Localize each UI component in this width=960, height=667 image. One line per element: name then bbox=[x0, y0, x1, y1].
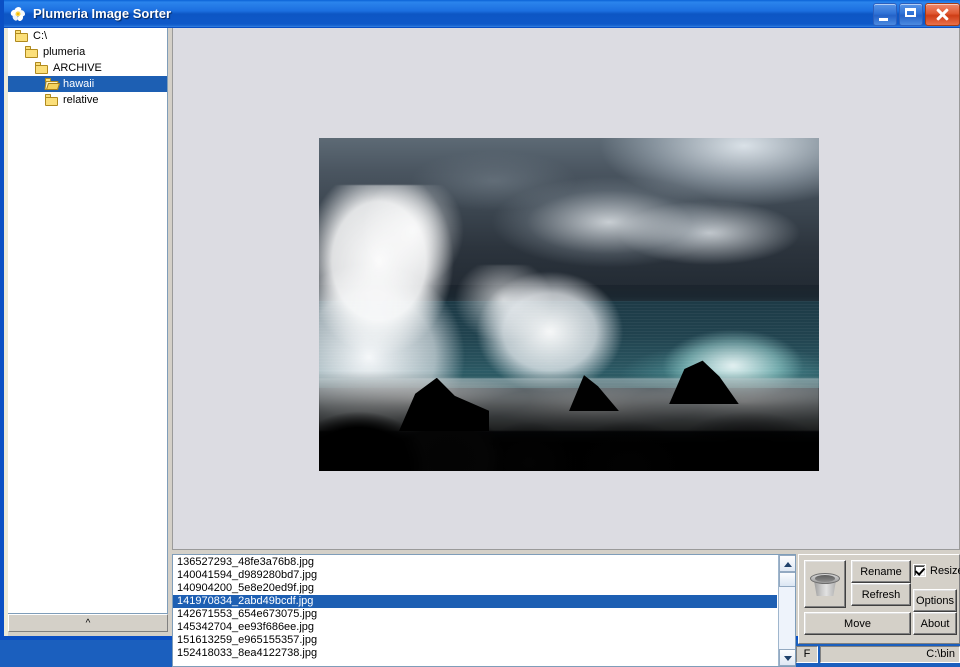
tree-collapse-bar[interactable]: ^ bbox=[8, 614, 168, 632]
plumeria-flower-icon bbox=[9, 5, 27, 23]
file-name: 141970834_2abd49bcdf.jpg bbox=[177, 595, 314, 607]
folder-open-icon bbox=[44, 77, 60, 91]
image-viewer[interactable] bbox=[172, 28, 960, 550]
list-item[interactable]: 145342704_ee93f686ee.jpg bbox=[173, 621, 777, 634]
file-name: 136527293_48fe3a76b8.jpg bbox=[177, 556, 315, 568]
move-button[interactable]: Move bbox=[804, 612, 911, 635]
list-item[interactable]: 151613259_e965155357.jpg bbox=[173, 634, 777, 647]
bucket-button[interactable] bbox=[804, 560, 846, 608]
tree-item-label: hawaii bbox=[63, 78, 95, 90]
tree-item-label: ARCHIVE bbox=[53, 62, 102, 74]
options-button[interactable]: Options bbox=[913, 589, 957, 612]
list-item[interactable]: 136527293_48fe3a76b8.jpg bbox=[173, 556, 777, 569]
minimize-button[interactable] bbox=[873, 3, 897, 26]
file-name: 152418033_8ea4122738.jpg bbox=[177, 647, 318, 659]
list-item[interactable]: 142671553_654e673075.jpg bbox=[173, 608, 777, 621]
action-toolbox: Rename Refresh Move Options About Resize bbox=[798, 554, 960, 644]
file-name: 140904200_5e8e20ed9f.jpg bbox=[177, 582, 315, 594]
tree-item-label: C:\ bbox=[33, 30, 48, 42]
window-title: Plumeria Image Sorter bbox=[33, 6, 171, 21]
window-controls bbox=[873, 3, 960, 26]
scrollbar-thumb[interactable] bbox=[779, 572, 795, 587]
file-name: 145342704_ee93f686ee.jpg bbox=[177, 621, 315, 633]
tree-item-relative[interactable]: relative bbox=[8, 92, 167, 108]
list-item[interactable]: 152418033_8ea4122738.jpg bbox=[173, 647, 777, 660]
preview-image bbox=[319, 138, 819, 471]
tree-item-plumeria[interactable]: plumeria bbox=[8, 44, 167, 60]
folder-closed-icon bbox=[34, 61, 50, 75]
application-window: Plumeria Image Sorter C:\ plumeria ARCHIVE… bbox=[0, 0, 960, 667]
list-item[interactable]: 141970834_2abd49bcdf.jpg bbox=[173, 595, 777, 608]
tree-item-c[interactable]: C:\ bbox=[8, 28, 167, 44]
resize-checkbox[interactable]: Resize bbox=[913, 564, 960, 577]
window-frame: Plumeria Image Sorter C:\ plumeria ARCHIVE… bbox=[0, 0, 960, 667]
file-name: 140041594_d989280bd7.jpg bbox=[177, 569, 318, 581]
photo-rocks bbox=[319, 371, 819, 471]
status-bar: F C:\bin bbox=[796, 645, 960, 663]
resize-checkbox-label: Resize bbox=[930, 564, 960, 577]
status-path: C:\bin bbox=[820, 645, 960, 663]
file-name: 142671553_654e673075.jpg bbox=[177, 608, 318, 620]
list-item[interactable]: 140041594_d989280bd7.jpg bbox=[173, 569, 777, 582]
file-list-scrollbar[interactable] bbox=[778, 555, 795, 666]
folder-closed-icon bbox=[14, 29, 30, 43]
status-left: F bbox=[796, 645, 818, 663]
file-name: 151613259_e965155357.jpg bbox=[177, 634, 318, 646]
title-bar: Plumeria Image Sorter bbox=[4, 0, 960, 28]
tree-item-label: plumeria bbox=[43, 46, 86, 58]
bucket-icon bbox=[810, 571, 840, 597]
folder-closed-icon bbox=[24, 45, 40, 59]
tree-item-archive[interactable]: ARCHIVE bbox=[8, 60, 167, 76]
scroll-down-icon[interactable] bbox=[779, 649, 795, 666]
tree-item-hawaii[interactable]: hawaii bbox=[8, 76, 167, 92]
folder-tree[interactable]: C:\ plumeria ARCHIVE hawaii relative bbox=[8, 28, 168, 614]
maximize-button[interactable] bbox=[899, 3, 923, 26]
refresh-button[interactable]: Refresh bbox=[851, 583, 911, 606]
rename-button[interactable]: Rename bbox=[851, 560, 911, 583]
tree-item-label: relative bbox=[63, 94, 99, 106]
client-area: C:\ plumeria ARCHIVE hawaii relative ^ 1… bbox=[8, 28, 960, 667]
file-list[interactable]: 136527293_48fe3a76b8.jpg 140041594_d98928… bbox=[172, 554, 796, 667]
collapse-chevron-icon: ^ bbox=[85, 617, 91, 629]
close-button[interactable] bbox=[925, 3, 960, 26]
folder-closed-icon bbox=[44, 93, 60, 107]
scroll-up-icon[interactable] bbox=[779, 555, 795, 572]
list-item[interactable]: 140904200_5e8e20ed9f.jpg bbox=[173, 582, 777, 595]
checkmark-icon bbox=[913, 564, 926, 577]
about-button[interactable]: About bbox=[913, 612, 957, 635]
